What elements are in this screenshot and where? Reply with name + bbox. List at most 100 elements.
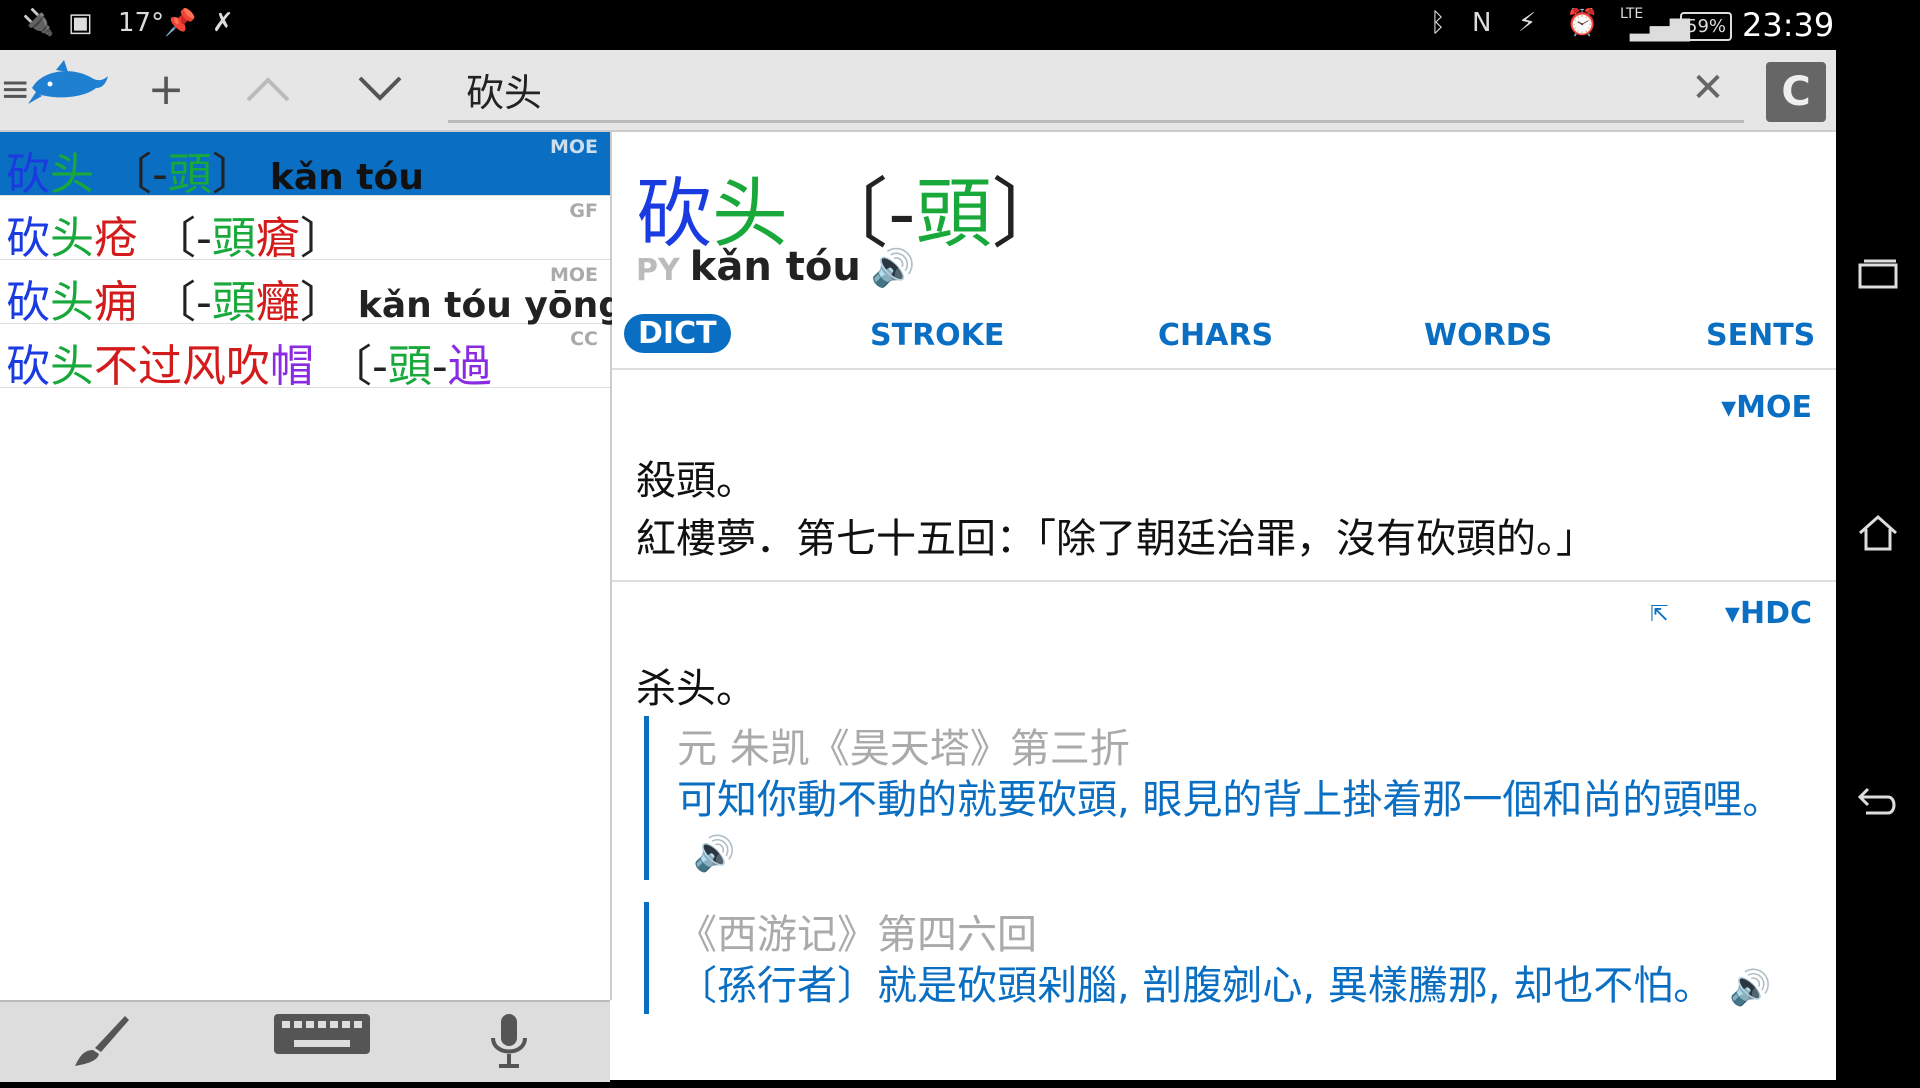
recent-apps-svg [1858,259,1898,289]
input-mode-bar [0,1000,610,1082]
tab-chars[interactable]: CHARS [1158,318,1273,353]
result-item-3[interactable]: 砍头痈 〔-頭癰〕 kǎn tóu yōng MOE [0,260,624,328]
microphone-icon[interactable] [474,1012,544,1072]
hanzi-segment: 〔- [94,149,168,200]
hanzi-segment: 不 [94,341,138,392]
result-hanzi: 砍头疮 〔-頭瘡〕 [6,202,358,266]
hanzi-segment: 吹 [226,341,270,392]
hanzi-segment: 〔- [138,213,212,264]
back-svg [1857,787,1896,815]
quote-text: 〔孫行者〕就是砍頭剁腦, 剖腹剜心, 異樣騰那, 却也不怕。 🔊 [677,960,1817,1014]
chevron-up-icon [246,77,290,102]
vibrate-icon: ⚡ [1518,8,1537,38]
quote-block-2: 《西游记》第四六回 〔孫行者〕就是砍頭剁腦, 剖腹剜心, 異樣騰那, 却也不怕。… [644,902,1817,1014]
hanzi-segment: 〕 [299,277,344,328]
hanzi-segment: 头 [50,277,94,328]
next-button[interactable] [348,58,412,122]
brush-icon[interactable] [66,1012,136,1072]
tab-sents[interactable]: SENTS [1706,318,1815,353]
status-bar: 🔌 ▣ 17° 📌 ✗ ᛒ N ⚡ ⏰ LTE ▂▄▆ 59% 23:39 [0,0,1920,50]
result-hanzi: 砍头 〔-頭〕 kǎn tóu [6,138,424,202]
hanzi-segment: 过 [138,341,182,392]
home-svg [1859,514,1897,551]
hanzi-segment: 瘡 [255,213,300,264]
hanzi-segment: 砍 [6,213,50,264]
result-item-2[interactable]: 砍头疮 〔-頭瘡〕 GF [0,196,610,264]
hanzi-segment: 头 [50,213,94,264]
alarm-icon: ⏰ [1566,8,1599,38]
hanzi-segment: 過 [447,341,492,392]
tab-dict[interactable]: DICT [624,314,731,353]
hanzi-segment: 头 [50,341,94,392]
brush-svg [75,1016,129,1066]
speaker-icon[interactable]: 🔊 [1729,968,1771,1008]
hanzi-segment: 风 [182,341,226,392]
keyboard-icon[interactable] [270,1012,374,1072]
speaker-icon[interactable]: 🔊 [693,834,735,874]
speaker-icon[interactable]: 🔊 [871,248,916,289]
pin-icon: 📌 [164,8,197,38]
headword-segment: 頭 [915,169,992,258]
hanzi-segment: 痈 [94,277,138,328]
c-button[interactable]: C [1766,62,1826,122]
result-hanzi: 砍头不过风吹帽 〔-頭-過 [6,330,506,394]
usb-icon: 🔌 [22,8,55,38]
hanzi-segment: 〔- [314,341,388,392]
runner-icon: ✗ [212,8,234,38]
hdc-source-toggle[interactable]: ▾HDC [1725,596,1812,631]
hanzi-segment: 頭 [211,213,256,264]
quote-text: 可知你動不動的就要砍頭, 眼見的背上掛着那一個和尚的頭哩。 🔊 [677,774,1817,880]
hanzi-segment: 砍 [6,277,50,328]
result-item-1[interactable]: 砍头 〔-頭〕 kǎn tóu MOE [0,132,610,200]
bluetooth-icon: ᛒ [1430,8,1446,38]
hanzi-segment: 〕 [211,149,256,200]
result-pinyin: kǎn tóu [269,157,424,198]
result-pinyin: kǎn tóu yōng [357,285,624,326]
py-label: PY [636,253,680,288]
temperature-text: 17° [118,8,165,38]
hanzi-segment: 癰 [255,277,300,328]
hanzi-segment: 頭 [387,341,432,392]
headword-segment: 〕 [991,169,1068,258]
hanzi-segment: 头 [50,149,94,200]
entry-pinyin: kǎn tóu [689,244,861,290]
hanzi-segment: 頭 [167,149,212,200]
add-button[interactable]: + [134,58,198,122]
collapse-icon[interactable]: ⇱ [1650,602,1668,627]
dolphin-logo-icon[interactable] [24,58,114,122]
moe-source-toggle[interactable]: ▾MOE [1721,390,1812,425]
search-input[interactable] [464,60,1648,118]
moe-example: 紅樓夢．第七十五回：「除了朝廷治罪，沒有砍頭的。」 [636,516,1596,562]
tab-stroke[interactable]: STROKE [870,318,1004,353]
menu-icon[interactable]: ≡ [0,58,30,122]
tab-words[interactable]: WORDS [1424,318,1552,353]
previous-button[interactable] [236,58,300,122]
hanzi-segment: 〔- [138,277,212,328]
entry-tabs: DICT STROKE CHARS WORDS SENTS [612,310,1836,370]
clock: 23:39 [1742,6,1835,44]
recent-apps-icon[interactable] [1850,250,1906,306]
results-list: 砍头 〔-頭〕 kǎn tóu MOE 砍头疮 〔-頭瘡〕 GF 砍头痈 〔-頭癰… [0,132,624,1000]
keyboard-svg [274,1014,370,1054]
quote-text-content: 可知你動不動的就要砍頭, 眼見的背上掛着那一個和尚的頭哩。 [677,777,1783,823]
hanzi-segment: 砍 [6,341,50,392]
quote-source: 元 朱凯《昊天塔》第三折 [677,726,1130,772]
hanzi-segment: 〕 [299,213,344,264]
dolphin-logo-svg [28,60,108,104]
microphone-svg [491,1014,527,1068]
quote-source: 《西游记》第四六回 [677,912,1037,958]
home-icon[interactable] [1850,512,1906,568]
hanzi-segment: 帽 [270,341,314,392]
quote-block-1: 元 朱凯《昊天塔》第三折 可知你動不動的就要砍頭, 眼見的背上掛着那一個和尚的頭… [644,716,1817,880]
result-hanzi: 砍头痈 〔-頭癰〕 kǎn tóu yōng [6,266,624,330]
system-nav-bar [1836,50,1920,1080]
pinyin-row: PY kǎn tóu 🔊 [636,244,916,290]
search-bar: ✕ [448,56,1744,123]
hanzi-segment: 砍 [6,149,50,200]
hanzi-segment: 頭 [211,277,256,328]
result-source: MOE [549,136,598,158]
moe-definition: 殺頭。 [636,458,756,504]
result-item-4[interactable]: 砍头不过风吹帽 〔-頭-過 CC [0,324,610,392]
clear-search-button[interactable]: ✕ [1682,62,1734,114]
back-icon[interactable] [1850,776,1906,832]
